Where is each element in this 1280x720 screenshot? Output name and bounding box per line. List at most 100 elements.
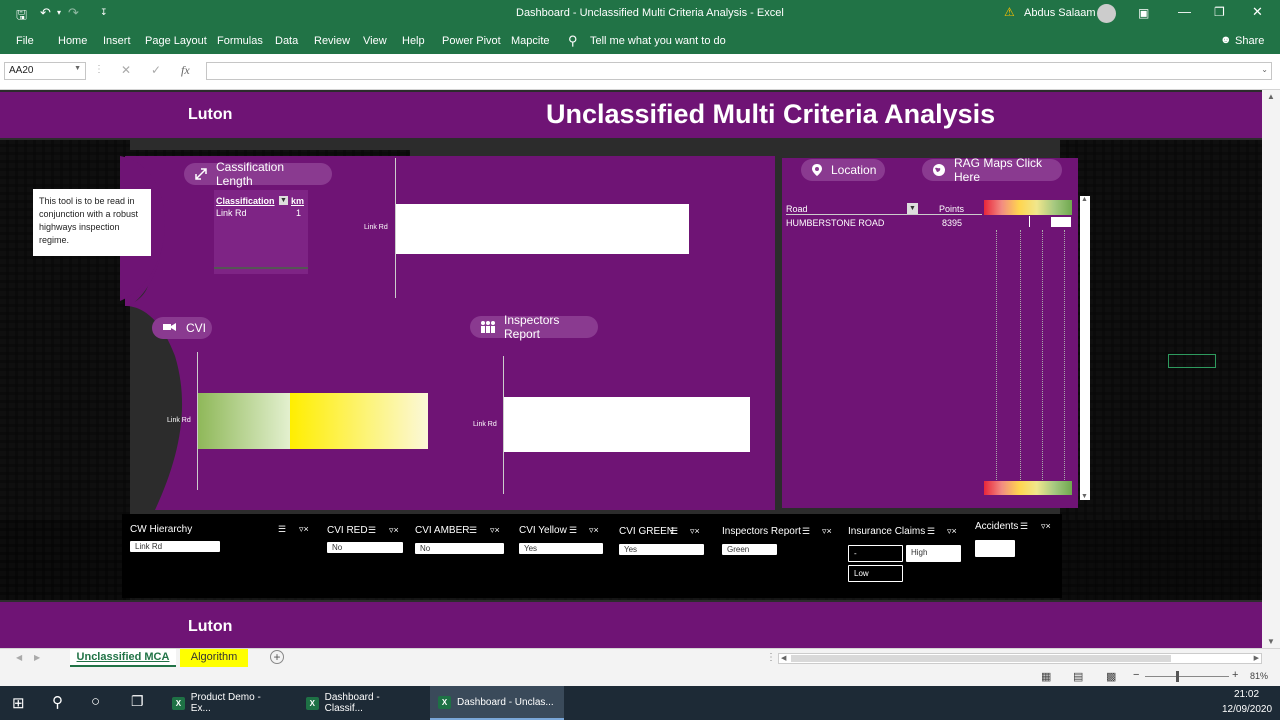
multi-select-icon[interactable]: ☰ (368, 525, 376, 536)
vertical-scrollbar[interactable]: ▲ ▼ (1262, 90, 1280, 648)
scroll-thumb[interactable] (791, 655, 1171, 662)
tab-page-layout[interactable]: Page Layout (145, 35, 207, 47)
tell-me-search[interactable]: Tell me what you want to do (590, 35, 726, 47)
taskbar-app-dashboard-unclassified[interactable]: X Dashboard - Unclas... (430, 686, 564, 720)
undo-icon[interactable]: ↶ (40, 5, 51, 21)
formula-input[interactable]: ⌄ (206, 62, 1272, 80)
inspectors-report-button[interactable]: Inspectors Report (470, 313, 598, 341)
scroll-right-icon[interactable]: ▶ (1254, 654, 1259, 662)
task-view-icon[interactable]: ❐ (131, 693, 144, 710)
location-button[interactable]: Location (801, 159, 885, 181)
zoom-slider-thumb[interactable] (1176, 671, 1179, 682)
slicer-item-inspectors-report[interactable]: Green (722, 544, 777, 555)
clock-time[interactable]: 21:02 (1234, 689, 1259, 700)
save-icon[interactable]: 🖫 (16, 6, 27, 28)
tab-view[interactable]: View (363, 35, 387, 47)
tab-power-pivot[interactable]: Power Pivot (442, 35, 501, 47)
slicer-item-accidents[interactable] (975, 540, 1015, 557)
name-box-dropdown-icon[interactable]: ▼ (74, 65, 81, 72)
zoom-out-icon[interactable]: − (1133, 669, 1139, 681)
multi-select-icon[interactable]: ☰ (802, 526, 810, 537)
tab-split-handle[interactable]: ⋮ (766, 652, 776, 663)
share-button[interactable]: Share (1235, 35, 1264, 47)
scroll-up-icon[interactable]: ▲ (1081, 196, 1088, 203)
name-box[interactable]: AA20 ▼ (4, 62, 86, 80)
add-sheet-button[interactable]: + (270, 650, 284, 664)
fx-button[interactable]: fx (181, 63, 190, 78)
zoom-level[interactable]: 81% (1250, 671, 1268, 681)
clear-filter-icon[interactable]: ▿× (589, 525, 599, 536)
clear-filter-icon[interactable]: ▿× (490, 525, 500, 536)
slicer-item-cvi-yellow[interactable]: Yes (519, 543, 603, 554)
enter-icon[interactable]: ✓ (151, 63, 161, 77)
next-sheet-icon[interactable]: ▶ (34, 653, 40, 662)
ribbon-display-icon[interactable]: ▣ (1138, 6, 1149, 20)
multi-select-icon[interactable]: ☰ (569, 525, 577, 536)
selected-cell[interactable] (1168, 354, 1216, 368)
normal-view-icon[interactable]: ▦ (1041, 670, 1051, 683)
restore-icon[interactable]: ❐ (1214, 5, 1225, 19)
rag-maps-button[interactable]: RAG Maps Click Here (922, 156, 1062, 184)
tab-review[interactable]: Review (314, 35, 350, 47)
user-name[interactable]: Abdus Salaam (1024, 7, 1096, 19)
multi-select-icon[interactable]: ☰ (278, 524, 286, 535)
multi-select-icon[interactable]: ☰ (469, 525, 477, 536)
clear-filter-icon[interactable]: ▿× (690, 526, 700, 537)
location-scrollbar[interactable]: ▲ ▼ (1080, 196, 1090, 500)
tab-home[interactable]: Home (58, 35, 87, 47)
scroll-down-icon[interactable]: ▼ (1081, 493, 1088, 500)
cvi-button[interactable]: CVI (152, 317, 212, 339)
undo-dropdown-icon[interactable]: ▾ (57, 8, 61, 17)
windows-start-icon[interactable]: ⊞ (12, 694, 25, 712)
cancel-icon[interactable]: ✕ (121, 63, 131, 77)
dashboard-sheet[interactable]: Luton Unclassified Multi Criteria Analys… (0, 90, 1262, 648)
clear-filter-icon[interactable]: ▿× (822, 526, 832, 537)
taskbar-app-dashboard-classified[interactable]: X Dashboard - Classif... (298, 686, 426, 720)
road-filter-icon[interactable]: ▼ (907, 203, 918, 214)
scroll-down-icon[interactable]: ▼ (1267, 637, 1275, 646)
tab-mapcite[interactable]: Mapcite (511, 35, 550, 47)
tab-data[interactable]: Data (275, 35, 298, 47)
lightbulb-icon[interactable]: ⚲ (568, 33, 578, 49)
scroll-up-icon[interactable]: ▲ (1267, 92, 1275, 101)
slicer-item-cvi-amber[interactable]: No (415, 543, 504, 554)
clear-filter-icon[interactable]: ▿× (1041, 521, 1051, 532)
close-icon[interactable]: ✕ (1252, 4, 1263, 20)
slicer-item-cw-hierarchy[interactable]: Link Rd (130, 541, 220, 552)
slicer-item-insurance-dash[interactable]: - (848, 545, 903, 562)
sheet-tab-algorithm[interactable]: Algorithm (180, 649, 248, 667)
search-icon[interactable]: ⚲ (52, 693, 63, 711)
tab-insert[interactable]: Insert (103, 35, 131, 47)
filter-dropdown-icon[interactable]: ▼ (279, 196, 288, 205)
multi-select-icon[interactable]: ☰ (670, 526, 678, 537)
slicer-item-cvi-red[interactable]: No (327, 542, 403, 553)
scroll-left-icon[interactable]: ◀ (781, 654, 786, 662)
clock-date[interactable]: 12/09/2020 (1222, 704, 1272, 715)
expand-formula-icon[interactable]: ⌄ (1261, 65, 1268, 74)
taskbar-app-product-demo[interactable]: X Product Demo - Ex... (164, 686, 290, 720)
tab-help[interactable]: Help (402, 35, 425, 47)
classification-length-button[interactable]: Cassification Length (184, 160, 332, 188)
slicer-item-insurance-high[interactable]: High (906, 545, 961, 562)
customize-qat-icon[interactable]: ↧ (100, 7, 108, 18)
zoom-in-icon[interactable]: + (1232, 669, 1238, 681)
prev-sheet-icon[interactable]: ◀ (16, 653, 22, 662)
multi-select-icon[interactable]: ☰ (1020, 521, 1028, 532)
slicer-item-insurance-low[interactable]: Low (848, 565, 903, 582)
avatar[interactable] (1097, 4, 1116, 23)
horizontal-scrollbar[interactable]: ◀ ▶ (778, 653, 1262, 664)
tab-formulas[interactable]: Formulas (217, 35, 263, 47)
tab-file[interactable]: File (16, 35, 34, 47)
slicer-item-cvi-green[interactable]: Yes (619, 544, 704, 555)
page-break-view-icon[interactable]: ▩ (1106, 670, 1116, 683)
clear-filter-icon[interactable]: ▿× (299, 524, 309, 535)
redo-icon[interactable]: ↷ (68, 5, 79, 21)
page-layout-view-icon[interactable]: ▤ (1073, 670, 1083, 683)
clear-filter-icon[interactable]: ▿× (947, 526, 957, 537)
zoom-slider[interactable] (1145, 676, 1229, 677)
multi-select-icon[interactable]: ☰ (927, 526, 935, 537)
clear-filter-icon[interactable]: ▿× (389, 525, 399, 536)
share-icon[interactable]: ☻ (1220, 34, 1232, 46)
sheet-tab-unclassified-mca[interactable]: Unclassified MCA (70, 649, 176, 667)
minimize-icon[interactable]: — (1178, 4, 1191, 19)
